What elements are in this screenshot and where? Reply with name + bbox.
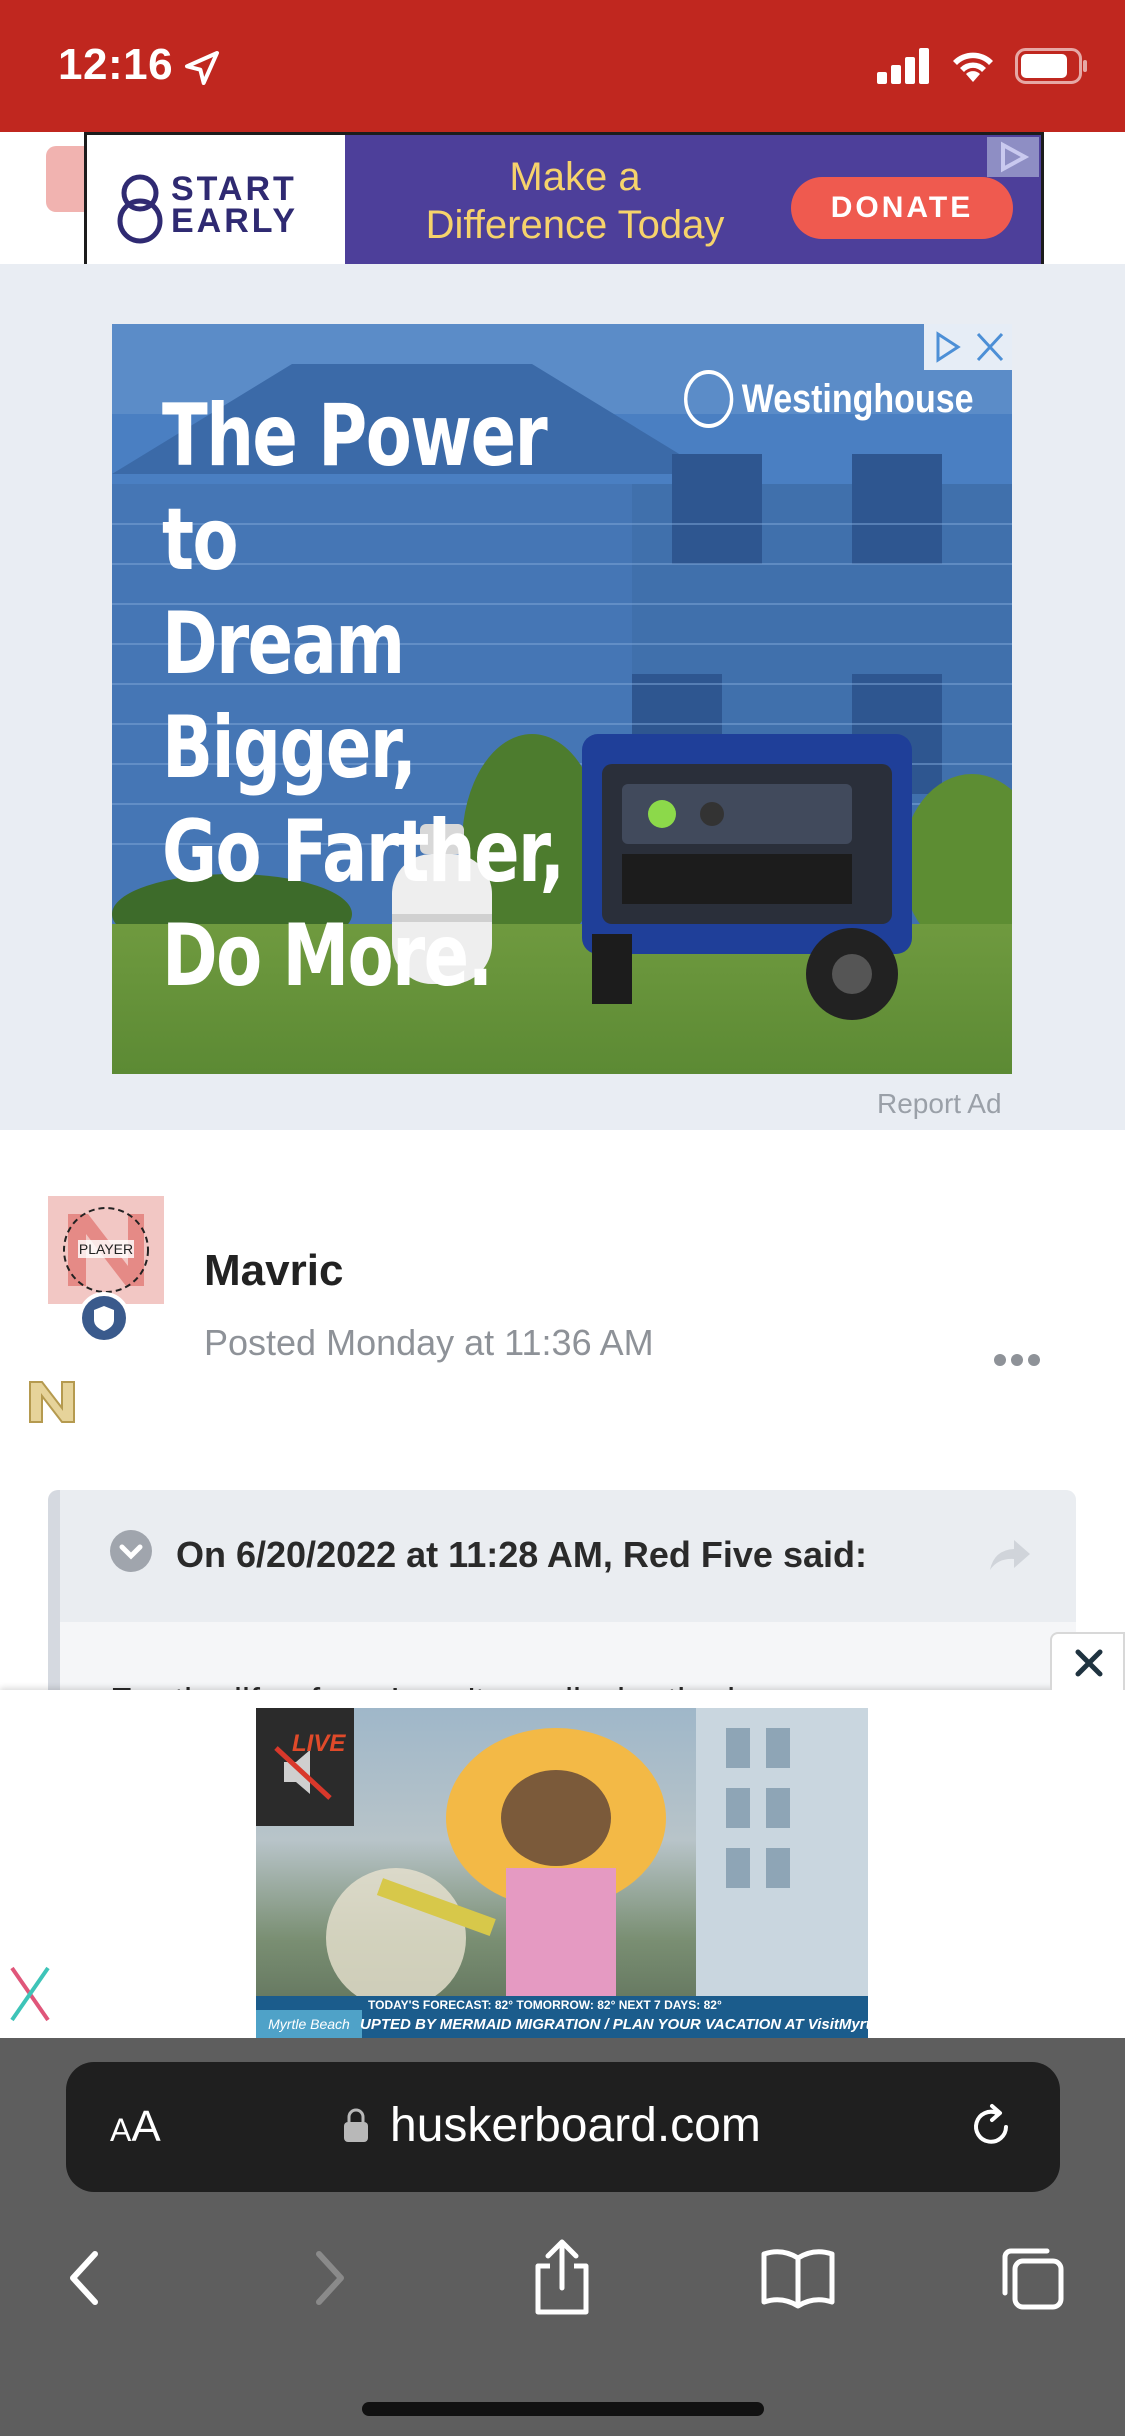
ad-region: The Power to Dream Bigger, Go Farther, D… [0, 264, 1125, 1130]
top-ad-headline: Make a Difference Today [385, 153, 765, 249]
browser-toolbar: AA huskerboard.com [0, 2038, 1125, 2436]
shield-badge-icon [78, 1292, 130, 1344]
ad-brand-name: Westinghouse [741, 376, 974, 421]
lock-icon [344, 2108, 368, 2142]
top-ad-headline-line2: Difference Today [425, 203, 725, 247]
reader-options-button[interactable]: AA [110, 2102, 161, 2152]
reload-icon[interactable] [964, 2100, 1018, 2154]
nebraska-n-logo-icon [29, 1381, 75, 1423]
muted-speaker-icon [274, 1746, 332, 1800]
chevron-down-icon[interactable] [110, 1530, 152, 1572]
top-ad-brand-line2: EARLY [171, 202, 299, 240]
back-button[interactable] [44, 2236, 128, 2320]
url-text[interactable]: huskerboard.com [390, 2098, 761, 2153]
ad-headline-line: Go Farther, [162, 802, 565, 902]
user-avatar[interactable]: PLAYER [48, 1196, 164, 1304]
westinghouse-ad[interactable]: The Power to Dream Bigger, Go Farther, D… [112, 324, 1012, 1074]
top-ad-brand-area: START EARLY [87, 135, 345, 277]
ad-choices-close-icon[interactable] [924, 324, 1012, 370]
close-video-ad-button[interactable] [1050, 1632, 1125, 1690]
aa-big: A [131, 2102, 161, 2151]
ad-provider-icon[interactable] [8, 1962, 52, 2026]
more-options-icon[interactable] [992, 1350, 1042, 1370]
share-arrow-icon[interactable] [988, 1536, 1032, 1572]
site-header: START EARLY Make a Difference Today DONA… [0, 132, 1125, 326]
mute-toggle[interactable]: LIVE [256, 1708, 354, 1826]
ticker-forecast: TODAY'S FORECAST: 82° TOMORROW: 82° NEXT… [368, 1998, 722, 2012]
share-icon [535, 2239, 589, 2315]
quote-header[interactable]: On 6/20/2022 at 11:28 AM, Red Five said: [60, 1490, 1076, 1622]
quote-title: On 6/20/2022 at 11:28 AM, Red Five said: [176, 1534, 867, 1575]
top-banner-ad[interactable]: START EARLY Make a Difference Today DONA… [84, 132, 1044, 280]
adchoices-icon[interactable] [987, 137, 1039, 177]
forward-button[interactable] [286, 2236, 370, 2320]
status-time: 12:16 [58, 40, 174, 89]
video-ad-overlay[interactable]: LIVE TODAY'S FORECAST: 82° TOMORROW: 82°… [0, 1632, 1125, 2038]
page: 12:16 START EARLY Make a Difference Toda… [0, 0, 1125, 2436]
chevron-left-icon [70, 2251, 98, 2305]
top-ad-message-area: Make a Difference Today DONATE [345, 135, 1041, 277]
aa-small: A [110, 2112, 132, 2148]
ad-headline: The Power to Dream Bigger, Go Farther, D… [162, 384, 599, 1008]
post-author[interactable]: Mavric [204, 1246, 343, 1296]
wifi-icon [953, 52, 993, 82]
tabs-icon [1002, 2248, 1064, 2310]
browser-nav [0, 2214, 1125, 2344]
ad-headline-line: The Power to [162, 386, 548, 590]
video-player[interactable]: LIVE TODAY'S FORECAST: 82° TOMORROW: 82°… [256, 1708, 868, 2038]
post: PLAYER Mavric Posted Monday at 11:36 AM … [0, 1130, 1125, 1710]
location-arrow-icon [185, 51, 219, 85]
start-early-logo-icon [117, 174, 163, 244]
ad-headline-line: Dream Bigger, [162, 594, 417, 798]
cellular-signal-icon [877, 48, 929, 84]
tabs-button[interactable] [990, 2236, 1074, 2320]
post-timestamp: Posted Monday at 11:36 AM [204, 1322, 654, 1363]
svg-text:PLAYER: PLAYER [79, 1241, 133, 1257]
home-indicator[interactable] [362, 2402, 764, 2416]
battery-icon [1015, 48, 1087, 84]
status-bar: 12:16 [0, 0, 1125, 132]
video-ticker: TODAY'S FORECAST: 82° TOMORROW: 82° NEXT… [256, 1996, 868, 2038]
share-button[interactable] [520, 2236, 604, 2320]
westinghouse-logo-icon [684, 370, 734, 428]
report-ad-link[interactable]: Report Ad [877, 1088, 1002, 1120]
ticker-headline: UPTED BY MERMAID MIGRATION / PLAN YOUR V… [360, 2016, 868, 2033]
quote-block: On 6/20/2022 at 11:28 AM, Red Five said:… [48, 1490, 1076, 1710]
ad-headline-line: Do More. [162, 906, 493, 1006]
westinghouse-brand: Westinghouse [684, 370, 974, 428]
bookmarks-button[interactable] [756, 2236, 840, 2320]
ticker-badge: Myrtle Beach [256, 2010, 362, 2038]
book-icon [761, 2249, 835, 2309]
top-ad-headline-line1: Make a [509, 155, 641, 199]
address-bar[interactable]: AA huskerboard.com [66, 2062, 1060, 2192]
live-badge: LIVE [292, 1730, 346, 1757]
status-indicators [877, 48, 1089, 84]
top-ad-brand-text: START EARLY [171, 170, 299, 240]
close-icon [1075, 1649, 1103, 1677]
chevron-right-icon [316, 2251, 344, 2305]
top-ad-brand-line1: START [171, 170, 297, 208]
generator-image [582, 734, 912, 1020]
donate-button[interactable]: DONATE [791, 177, 1013, 239]
